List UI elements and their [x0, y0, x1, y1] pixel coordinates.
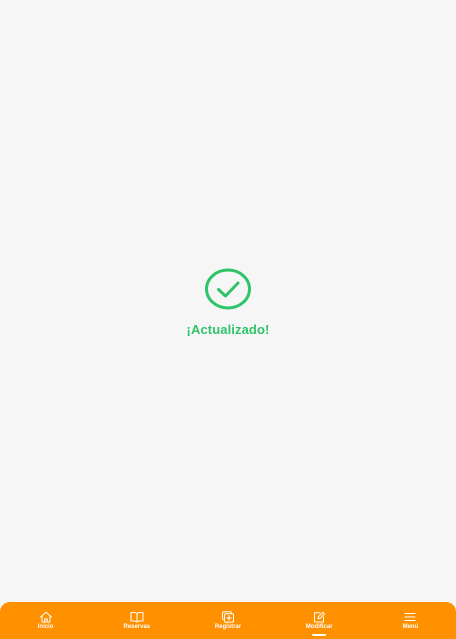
app-screen: ¡Actualizado! Inicio Reservas Registrar …	[0, 0, 456, 639]
tab-menu[interactable]: Menú	[365, 602, 456, 639]
tab-modificar[interactable]: Modificar	[274, 602, 365, 639]
tab-inicio[interactable]: Inicio	[0, 602, 91, 639]
tab-label: Reservas	[123, 624, 151, 630]
success-text: ¡Actualizado!	[186, 322, 270, 337]
tab-label: Modificar	[305, 624, 333, 630]
edit-icon	[314, 611, 326, 623]
tab-label: Registrar	[214, 624, 242, 630]
success-message: ¡Actualizado!	[0, 268, 456, 337]
tab-reservas[interactable]: Reservas	[91, 602, 182, 639]
bottom-navigation-bar: Inicio Reservas Registrar Modificar Menú	[0, 602, 456, 639]
add-square-icon	[222, 611, 234, 623]
menu-icon	[404, 612, 416, 622]
tab-registrar[interactable]: Registrar	[182, 602, 273, 639]
tab-label: Menú	[402, 624, 419, 630]
home-icon	[39, 611, 52, 623]
book-icon	[130, 611, 144, 623]
check-circle-icon	[205, 268, 251, 310]
tab-label: Inicio	[37, 624, 54, 630]
active-tab-indicator	[312, 634, 327, 636]
